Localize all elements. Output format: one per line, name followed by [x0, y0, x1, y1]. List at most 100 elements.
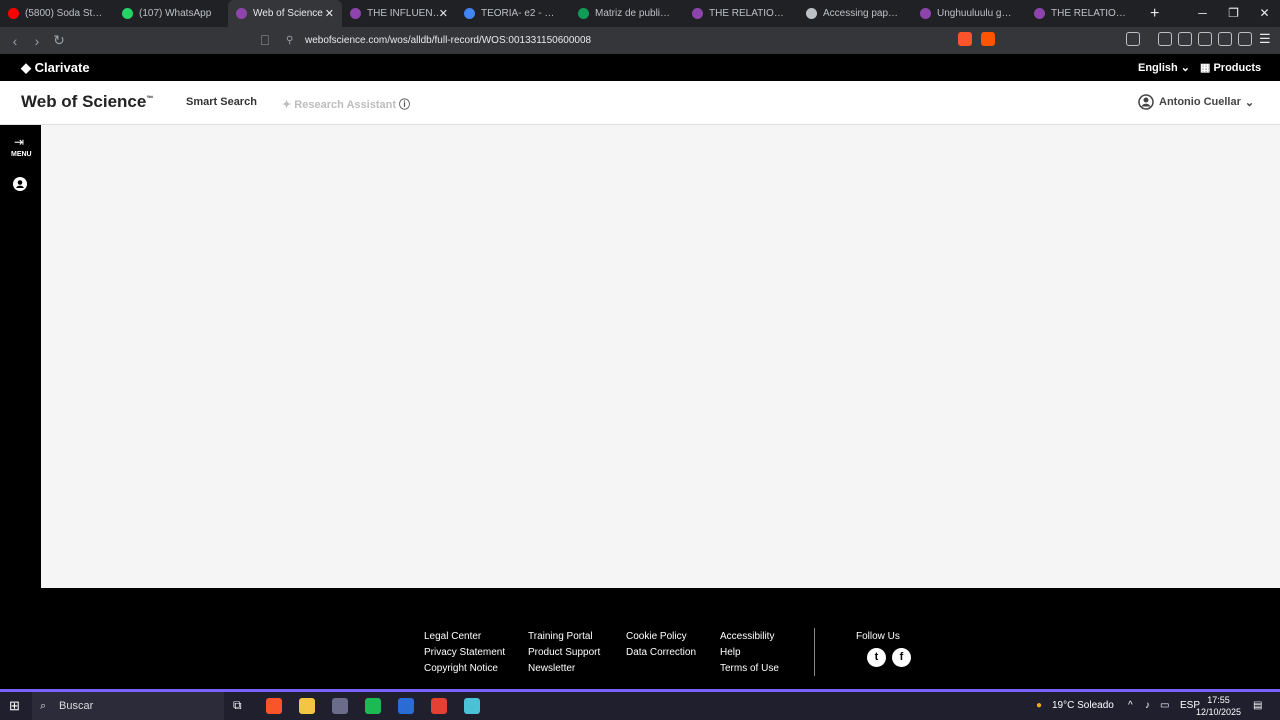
left-sidebar: ⇥ MENU [0, 125, 41, 588]
tab-label: Web of Science [253, 8, 323, 19]
tab-close-icon[interactable]: ✕ [439, 7, 448, 20]
tab-favicon-icon [8, 8, 19, 19]
grid-icon: ▦ [1200, 62, 1211, 74]
footer-link[interactable]: Training Portal [528, 631, 600, 643]
user-menu[interactable]: Antonio Cuellar ⌄ [1138, 94, 1254, 110]
browser-tab[interactable]: THE RELATIONSHIP BE [684, 0, 798, 27]
url-field[interactable]: ⚲ webofscience.com/wos/alldb/full-record… [280, 31, 950, 50]
back-icon[interactable]: ‹ [4, 33, 26, 49]
tab-favicon-icon [464, 8, 475, 19]
footer-link[interactable]: Legal Center [424, 631, 505, 643]
network-icon[interactable]: ▭ [1160, 692, 1169, 720]
reload-icon[interactable]: ↻ [48, 32, 70, 49]
footer-link[interactable]: Help [720, 647, 779, 659]
products-menu[interactable]: ▦ Products [1200, 61, 1261, 74]
browser-tab[interactable]: (107) WhatsApp [114, 0, 228, 27]
tab-favicon-icon [920, 8, 931, 19]
clock[interactable]: 17:55 12/10/2025 [1196, 694, 1241, 718]
menu-label[interactable]: MENU [11, 151, 32, 158]
tab-strip: (5800) Soda Stereo (107) WhatsApp Web of S… [0, 0, 1140, 27]
browser-tab[interactable]: Matriz de publicaciones [570, 0, 684, 27]
user-circle-icon [1138, 94, 1154, 110]
footer-link[interactable]: Accessibility [720, 631, 779, 643]
browser-tab[interactable]: Accessing paper link [798, 0, 912, 27]
clarivate-header: ◆ Clarivate English ⌄ ▦ Products [0, 54, 1280, 81]
file-explorer-icon[interactable] [299, 698, 315, 714]
tab-favicon-icon [122, 8, 133, 19]
screenshot-icon[interactable] [1126, 32, 1140, 46]
window-controls: ─ ❐ ✕ [1187, 0, 1280, 27]
footer-link[interactable]: Copyright Notice [424, 663, 505, 675]
tray-chevron-icon[interactable]: ^ [1128, 692, 1133, 720]
facebook-icon[interactable]: f [892, 648, 911, 667]
tab-favicon-icon [236, 8, 247, 19]
vpn-icon[interactable] [1238, 32, 1252, 46]
browser-tab[interactable]: Unghuuluulu gulug [912, 0, 1026, 27]
weather-text[interactable]: 19°C Soleado [1052, 692, 1114, 720]
footer-link[interactable]: Product Support [528, 647, 600, 659]
sparkle-icon: ✦ [282, 99, 292, 111]
app-icon[interactable] [365, 698, 381, 714]
brave-shields-icon[interactable] [958, 32, 972, 46]
language-selector[interactable]: English ⌄ [1138, 61, 1190, 74]
tab-close-icon[interactable]: ✕ [325, 7, 334, 20]
footer-link[interactable]: Newsletter [528, 663, 600, 675]
window-close-button[interactable]: ✕ [1249, 0, 1280, 27]
clarivate-logo-icon: ◆ [21, 60, 31, 75]
sidebar-toggle-icon[interactable] [1178, 32, 1192, 46]
tab-label: Accessing paper link [823, 8, 903, 19]
app-icon[interactable] [464, 698, 480, 714]
weather-icon[interactable]: ● [1036, 692, 1042, 720]
bookmark-icon[interactable]: ⎕ [254, 32, 276, 49]
footer-link[interactable]: Privacy Statement [424, 647, 505, 659]
expand-menu-icon[interactable]: ⇥ [14, 135, 24, 149]
media-icon[interactable] [1158, 32, 1172, 46]
new-tab-button[interactable]: + [1150, 5, 1159, 23]
browser-tab[interactable]: Web of Science ✕ [228, 0, 342, 27]
browser-tab[interactable]: THE INFLUENCE O✕ [342, 0, 456, 27]
tab-label: THE RELATIONSHIP BE [709, 8, 789, 19]
footer-link[interactable]: Data Correction [626, 647, 696, 659]
tab-label: (5800) Soda Stereo [25, 8, 105, 19]
microphone-icon[interactable]: ♪ [1145, 692, 1150, 720]
minimize-button[interactable]: ─ [1187, 0, 1218, 27]
app-icon[interactable] [332, 698, 348, 714]
browser-tab[interactable]: THE RELATIONSHIP BE [1026, 0, 1140, 27]
brave-rewards-icon[interactable] [981, 32, 995, 46]
smart-search-link[interactable]: Smart Search [186, 96, 257, 108]
notifications-icon[interactable]: ▤ [1253, 692, 1262, 720]
research-assistant-link[interactable]: ✦ Research Assistant ⓘ [282, 96, 410, 112]
footer-col-policy: Cookie Policy Data Correction [626, 631, 696, 659]
main-content-area [41, 125, 1280, 588]
wos-header: Web of Science™ Smart Search ✦ Research … [0, 81, 1280, 125]
clarivate-logo[interactable]: ◆ Clarivate [21, 60, 90, 76]
browser-menu-icon[interactable]: ☰ [1259, 31, 1271, 47]
tab-favicon-icon [692, 8, 703, 19]
info-icon[interactable]: ⓘ [399, 99, 410, 111]
url-text: webofscience.com/wos/alldb/full-record/W… [305, 35, 592, 46]
leo-icon[interactable] [1218, 32, 1232, 46]
task-view-icon[interactable]: ⧉ [233, 698, 242, 713]
twitter-icon[interactable]: t [867, 648, 886, 667]
browser-tab-bar: (5800) Soda Stereo (107) WhatsApp Web of S… [0, 0, 1280, 27]
site-info-icon[interactable]: ⚲ [286, 31, 293, 50]
tab-favicon-icon [1034, 8, 1045, 19]
footer-divider [814, 628, 815, 676]
browser-tab[interactable]: (5800) Soda Stereo [0, 0, 114, 27]
footer-link[interactable]: Terms of Use [720, 663, 779, 675]
chrome-icon[interactable] [431, 698, 447, 714]
forward-icon[interactable]: › [26, 33, 48, 49]
wos-logo[interactable]: Web of Science™ [21, 92, 153, 112]
wallet-icon[interactable] [1198, 32, 1212, 46]
brave-taskbar-icon[interactable] [266, 698, 282, 714]
footer-link[interactable]: Cookie Policy [626, 631, 696, 643]
tab-label: THE RELATIONSHIP BE [1051, 8, 1131, 19]
app-icon[interactable] [398, 698, 414, 714]
footer-col-legal: Legal Center Privacy Statement Copyright… [424, 631, 505, 675]
tab-favicon-icon [350, 8, 361, 19]
profile-icon[interactable] [13, 177, 27, 191]
windows-start-icon[interactable]: ⊞ [9, 698, 20, 714]
browser-tab[interactable]: TEORIA- e2 - Docum [456, 0, 570, 27]
taskbar-search[interactable]: ⌕ Buscar [32, 692, 224, 720]
restore-button[interactable]: ❐ [1218, 0, 1249, 27]
